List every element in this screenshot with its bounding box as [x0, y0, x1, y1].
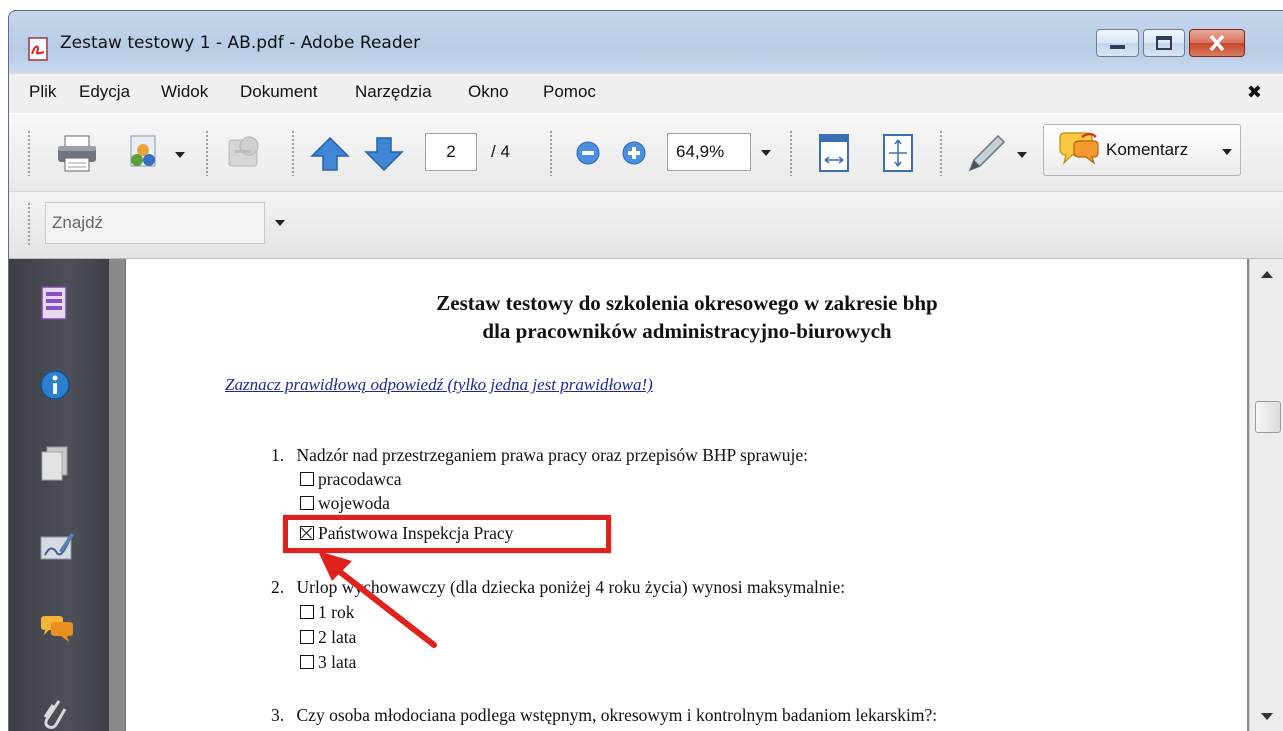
question-1: 1. Nadzór nad przestrzeganiem prawa prac…: [271, 445, 808, 466]
toolbar-grip[interactable]: [205, 130, 210, 176]
zoom-dropdown-icon[interactable]: [761, 150, 771, 156]
adobe-reader-window: Zestaw testowy 1 - AB.pdf - Adobe Reader…: [8, 10, 1283, 731]
zoom-in-icon[interactable]: [621, 140, 647, 166]
checkbox[interactable]: [300, 472, 314, 486]
share-icon[interactable]: [123, 132, 167, 174]
instruction-link[interactable]: Zaznacz prawidłową odpowiedź (tylko jedn…: [225, 375, 653, 395]
scroll-down-arrow-icon[interactable]: [1261, 713, 1273, 720]
option-pracodawca[interactable]: pracodawca: [300, 469, 402, 490]
toolbar-grip[interactable]: [549, 130, 554, 176]
signature-icon[interactable]: [39, 529, 75, 563]
maximize-icon: [1156, 36, 1172, 50]
fit-page-icon[interactable]: [881, 132, 915, 174]
question-number: 2.: [271, 577, 285, 597]
main-toolbar: 2 / 4 64,9% Komentarz: [9, 113, 1283, 191]
find-dropdown-icon[interactable]: [275, 220, 285, 226]
menu-widok[interactable]: Widok: [161, 82, 208, 102]
toolbar-grip[interactable]: [27, 202, 32, 246]
fit-width-icon[interactable]: [817, 132, 851, 174]
checkbox[interactable]: [300, 496, 314, 510]
comment-button[interactable]: Komentarz: [1043, 124, 1241, 176]
share-dropdown-icon[interactable]: [175, 152, 185, 158]
pages-icon[interactable]: [39, 285, 69, 321]
document-view[interactable]: Zestaw testowy do szkolenia okresowego w…: [109, 259, 1249, 731]
pdf-page[interactable]: Zestaw testowy do szkolenia okresowego w…: [125, 259, 1247, 731]
pen-icon[interactable]: [964, 132, 1008, 174]
find-input[interactable]: Znajdź: [45, 202, 265, 244]
toolbar-grip[interactable]: [27, 130, 32, 176]
toolbar-grip[interactable]: [789, 130, 794, 176]
page-number-input[interactable]: 2: [425, 133, 477, 171]
menu-bar: Plik Edycja Widok Dokument Narzędzia Okn…: [9, 73, 1283, 113]
menu-pomoc[interactable]: Pomoc: [543, 82, 596, 102]
close-window-button[interactable]: [1189, 29, 1245, 57]
question-text: Czy osoba młodociana podlega wstępnym, o…: [296, 705, 938, 725]
menu-edycja[interactable]: Edycja: [79, 82, 130, 102]
question-number: 3.: [271, 705, 285, 725]
pdf-file-icon: [28, 37, 48, 61]
question-3: 3. Czy osoba młodociana podlega wstępnym…: [271, 705, 937, 726]
option-wojewoda[interactable]: wojewoda: [300, 493, 390, 514]
page-total: / 4: [491, 142, 510, 161]
window-title: Zestaw testowy 1 - AB.pdf - Adobe Reader: [60, 33, 421, 53]
find-toolbar: Znajdź: [9, 191, 1283, 259]
comments-icon[interactable]: [39, 615, 75, 645]
vertical-scrollbar[interactable]: [1249, 259, 1283, 731]
scrollbar-thumb[interactable]: [1255, 401, 1281, 433]
menu-plik[interactable]: Plik: [29, 82, 56, 102]
menu-okno[interactable]: Okno: [468, 82, 509, 102]
menu-narzedzia[interactable]: Narzędzia: [355, 82, 432, 102]
menu-dokument[interactable]: Dokument: [240, 82, 317, 102]
question-text: Nadzór nad przestrzeganiem prawa pracy o…: [296, 445, 809, 465]
maximize-button[interactable]: [1143, 29, 1185, 57]
document-title-line1: Zestaw testowy do szkolenia okresowego w…: [436, 291, 938, 315]
close-icon: [1209, 34, 1225, 52]
option-label: wojewoda: [318, 493, 390, 513]
scroll-up-arrow-icon[interactable]: [1261, 271, 1273, 278]
minimize-icon: [1110, 45, 1125, 49]
red-arrow-annotation: [318, 551, 437, 648]
pen-dropdown-icon[interactable]: [1017, 152, 1027, 158]
document-title-line2: dla pracowników administracyjno-biurowyc…: [482, 319, 892, 343]
comment-dropdown-icon: [1222, 149, 1232, 155]
page-icon[interactable]: [39, 445, 69, 483]
comment-icon: [1059, 132, 1099, 165]
comment-button-label: Komentarz: [1106, 140, 1189, 159]
toolbar-grip[interactable]: [939, 130, 944, 176]
next-page-icon[interactable]: [363, 134, 405, 174]
zoom-out-icon[interactable]: [575, 140, 601, 166]
previous-page-icon[interactable]: [309, 134, 351, 174]
printer-icon[interactable]: [55, 134, 99, 174]
zoom-level-field[interactable]: 64,9%: [667, 133, 751, 171]
navigation-pane: [9, 259, 109, 731]
close-document-icon[interactable]: ✖: [1247, 82, 1262, 103]
option-label: pracodawca: [318, 469, 402, 489]
checkbox[interactable]: [300, 655, 314, 669]
collaborate-icon[interactable]: [223, 132, 267, 174]
question-number: 1.: [271, 445, 285, 465]
minimize-button[interactable]: [1096, 29, 1139, 57]
toolbar-grip[interactable]: [291, 130, 296, 176]
attachment-icon[interactable]: [39, 695, 69, 731]
info-icon[interactable]: [39, 369, 71, 401]
